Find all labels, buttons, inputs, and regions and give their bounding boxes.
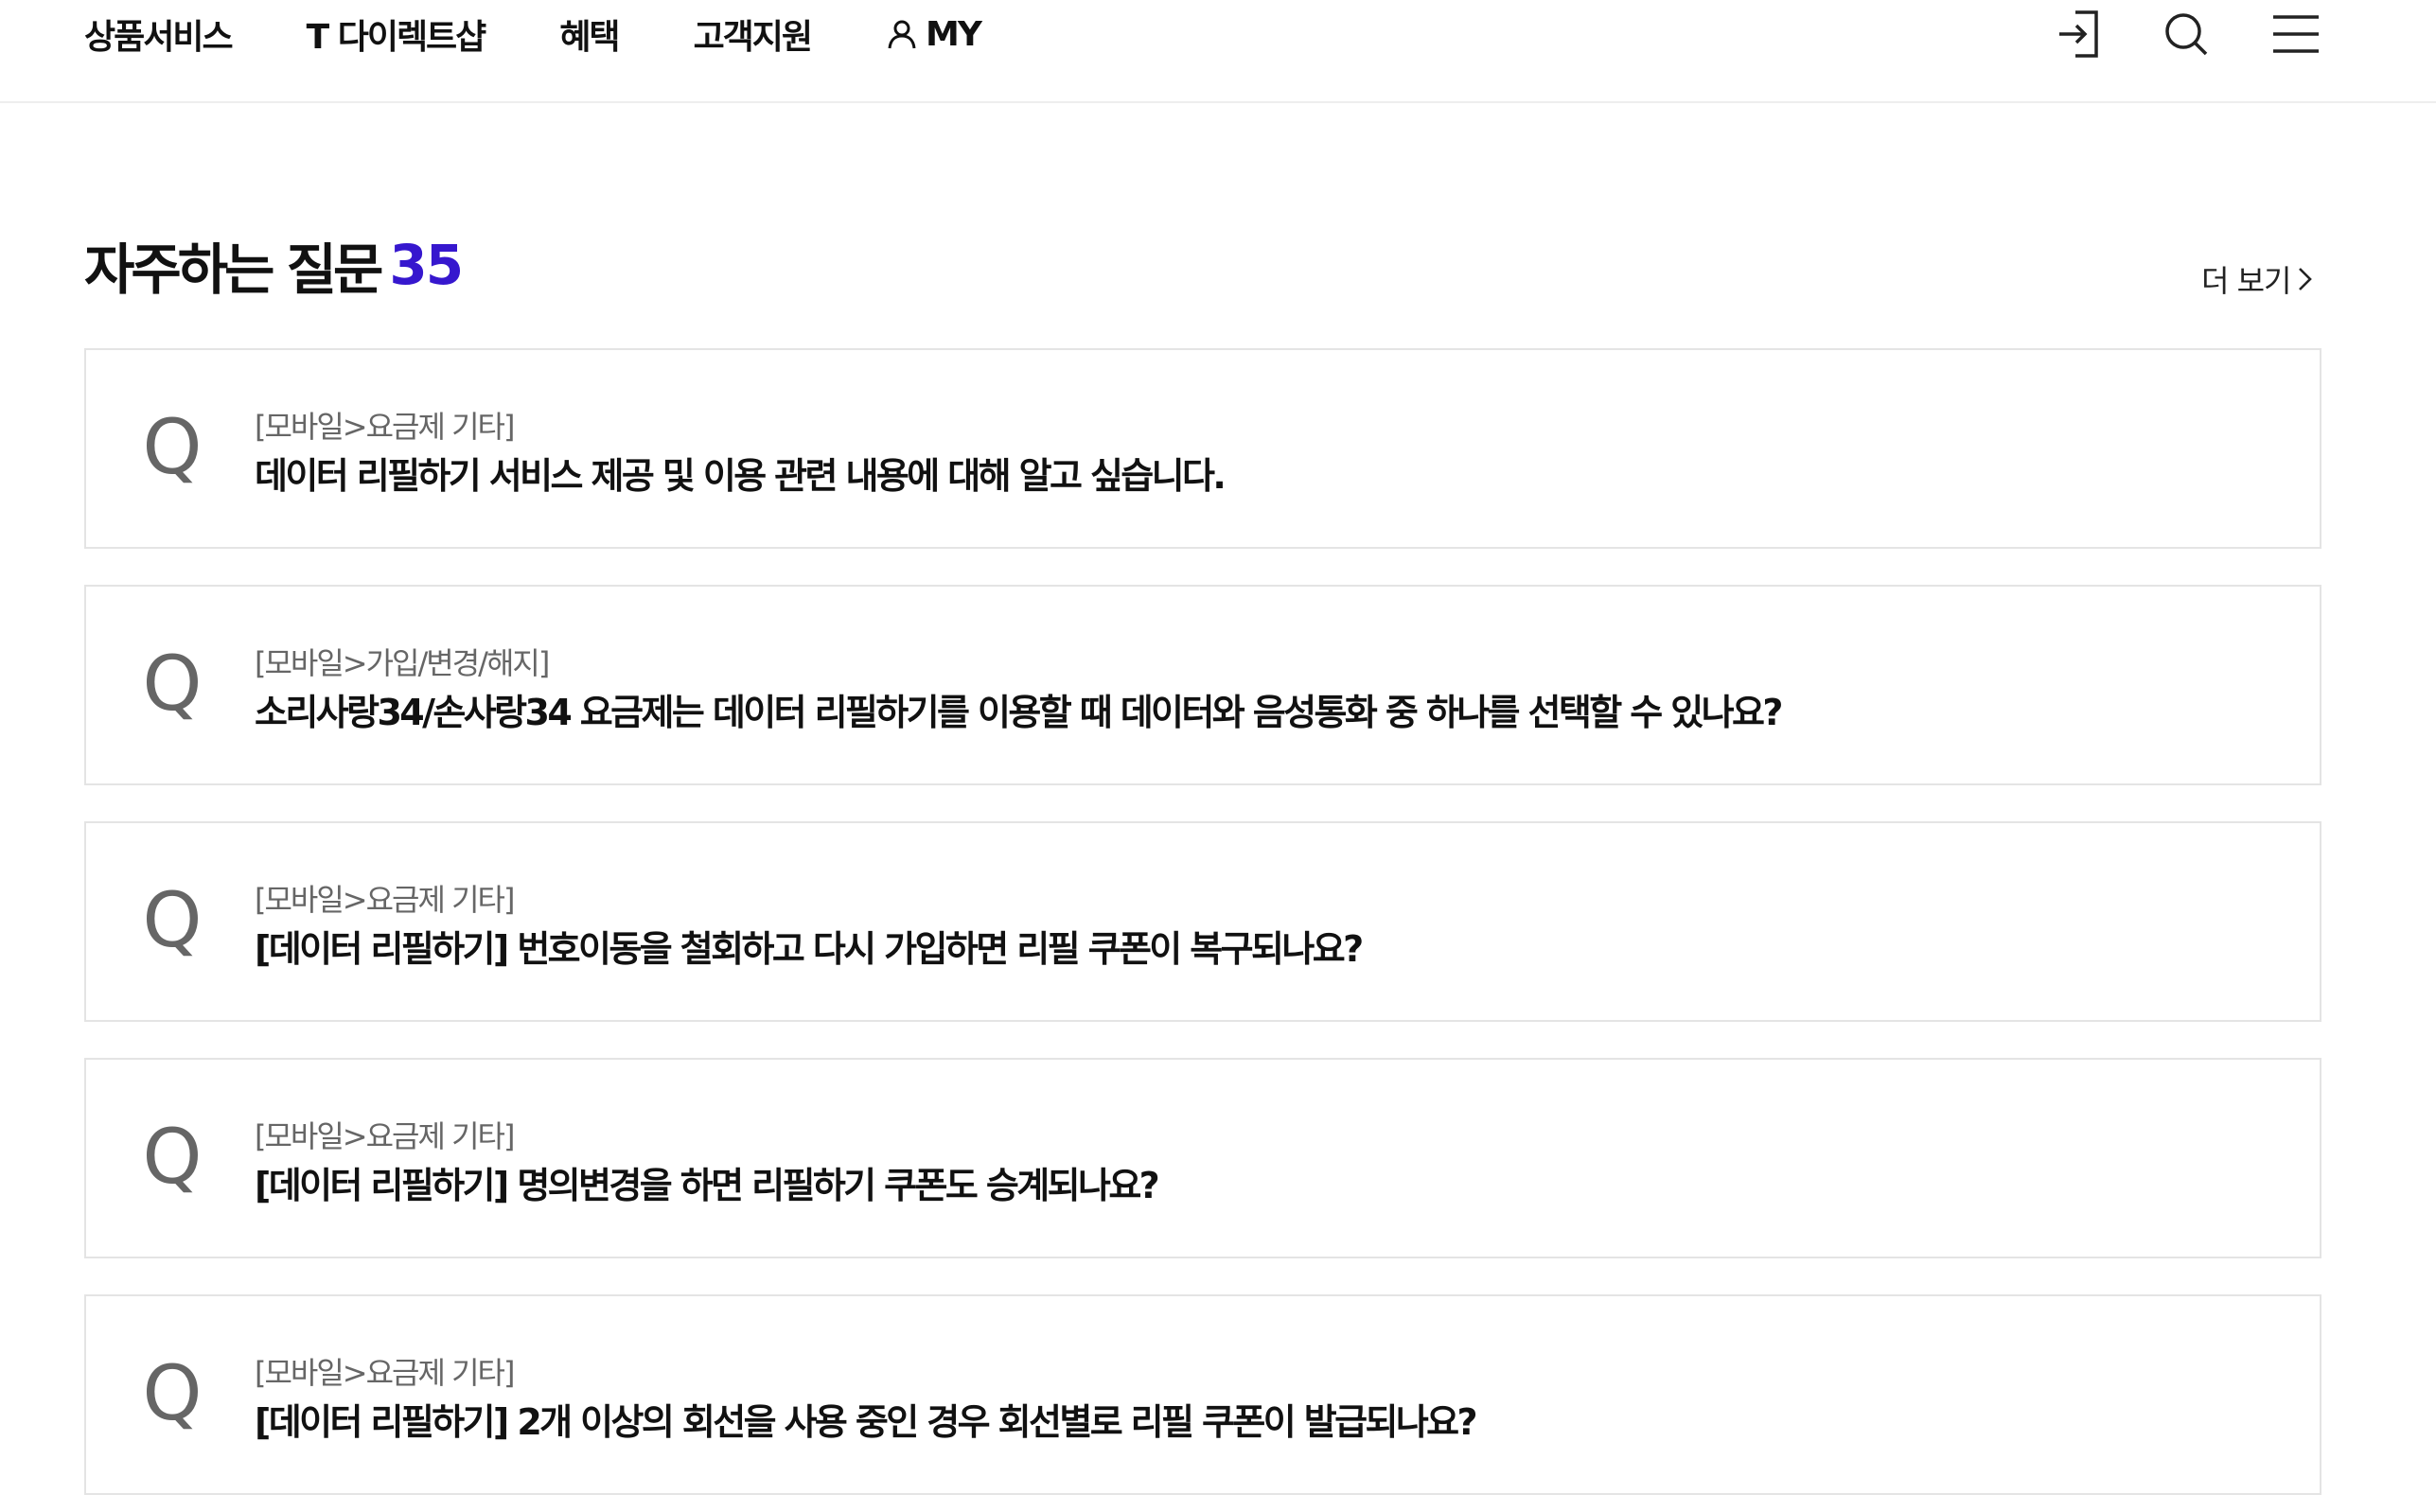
faq-question: [데이터 리필하기] 2개 이상의 회선을 사용 중인 경우 회선별로 리필 쿠… <box>255 1401 1478 1443</box>
more-link-label: 더 보기 <box>2201 263 2291 299</box>
login-button[interactable] <box>2050 0 2107 68</box>
faq-count: 35 <box>389 233 464 297</box>
nav-item-label: 상품서비스 <box>84 18 234 57</box>
chevron-right-icon <box>2298 268 2312 290</box>
search-button[interactable] <box>2158 0 2215 68</box>
faq-category: [모바일>요금제 기타] <box>255 1355 515 1391</box>
login-icon <box>2059 10 2098 58</box>
question-mark-icon: Q <box>142 403 203 491</box>
faq-item[interactable]: Q [모바일>가입/변경/해지] 소리사랑34/손사랑34 요금제는 데이터 리… <box>84 585 2321 785</box>
search-icon <box>2165 13 2208 56</box>
faq-list: Q [모바일>요금제 기타] 데이터 리필하기 서비스 제공 및 이용 관련 내… <box>84 348 2321 1512</box>
person-icon <box>888 20 916 49</box>
faq-category: [모바일>요금제 기타] <box>255 882 515 918</box>
nav-item-label: 고객지원 <box>693 18 813 57</box>
nav-item-support[interactable]: 고객지원 <box>693 9 813 59</box>
gnb-menu: 상품서비스 T 다이렉트샵 혜택 고객지원 MY <box>84 0 1055 68</box>
faq-category: [모바일>가입/변경/해지] <box>255 645 550 681</box>
faq-item[interactable]: Q [모바일>요금제 기타] [데이터 리필하기] 2개 이상의 회선을 사용 … <box>84 1294 2321 1495</box>
faq-question: 소리사랑34/손사랑34 요금제는 데이터 리필하기를 이용할 때 데이터와 음… <box>255 692 1783 733</box>
nav-item-label: MY <box>926 14 982 54</box>
page: 상품서비스 T 다이렉트샵 혜택 고객지원 MY 자주하는 질문 35 더 보기… <box>0 0 2436 1512</box>
faq-item[interactable]: Q [모바일>요금제 기타] 데이터 리필하기 서비스 제공 및 이용 관련 내… <box>84 348 2321 549</box>
faq-item[interactable]: Q [모바일>요금제 기타] [데이터 리필하기] 번호이동을 철회하고 다시 … <box>84 821 2321 1022</box>
faq-question: [데이터 리필하기] 번호이동을 철회하고 다시 가입하면 리필 쿠폰이 복구되… <box>255 928 1364 970</box>
question-mark-icon: Q <box>142 1113 203 1201</box>
more-link[interactable]: 더 보기 <box>2201 257 2314 301</box>
global-navigation: 상품서비스 T 다이렉트샵 혜택 고객지원 MY <box>0 0 2436 103</box>
faq-category: [모바일>요금제 기타] <box>255 1118 515 1154</box>
menu-icon <box>2273 15 2319 53</box>
nav-item-benefits[interactable]: 혜택 <box>559 9 620 59</box>
faq-heading: 자주하는 질문 35 <box>84 227 464 303</box>
nav-item-products[interactable]: 상품서비스 <box>84 9 234 59</box>
menu-button[interactable] <box>2268 0 2324 68</box>
nav-item-my[interactable]: MY <box>886 14 982 54</box>
nav-item-direct-shop[interactable]: T 다이렉트샵 <box>306 9 487 59</box>
faq-item[interactable]: Q [모바일>요금제 기타] [데이터 리필하기] 명의변경을 하면 리필하기 … <box>84 1058 2321 1258</box>
question-mark-icon: Q <box>142 640 203 728</box>
faq-category: [모바일>요금제 기타] <box>255 409 515 445</box>
faq-question: [데이터 리필하기] 명의변경을 하면 리필하기 쿠폰도 승계되나요? <box>255 1165 1160 1206</box>
question-mark-icon: Q <box>142 876 203 964</box>
faq-question: 데이터 리필하기 서비스 제공 및 이용 관련 내용에 대해 알고 싶습니다. <box>255 455 1227 497</box>
nav-item-label: T 다이렉트샵 <box>306 18 487 57</box>
faq-title: 자주하는 질문 <box>84 237 383 302</box>
question-mark-icon: Q <box>142 1349 203 1437</box>
nav-item-label: 혜택 <box>559 18 620 57</box>
